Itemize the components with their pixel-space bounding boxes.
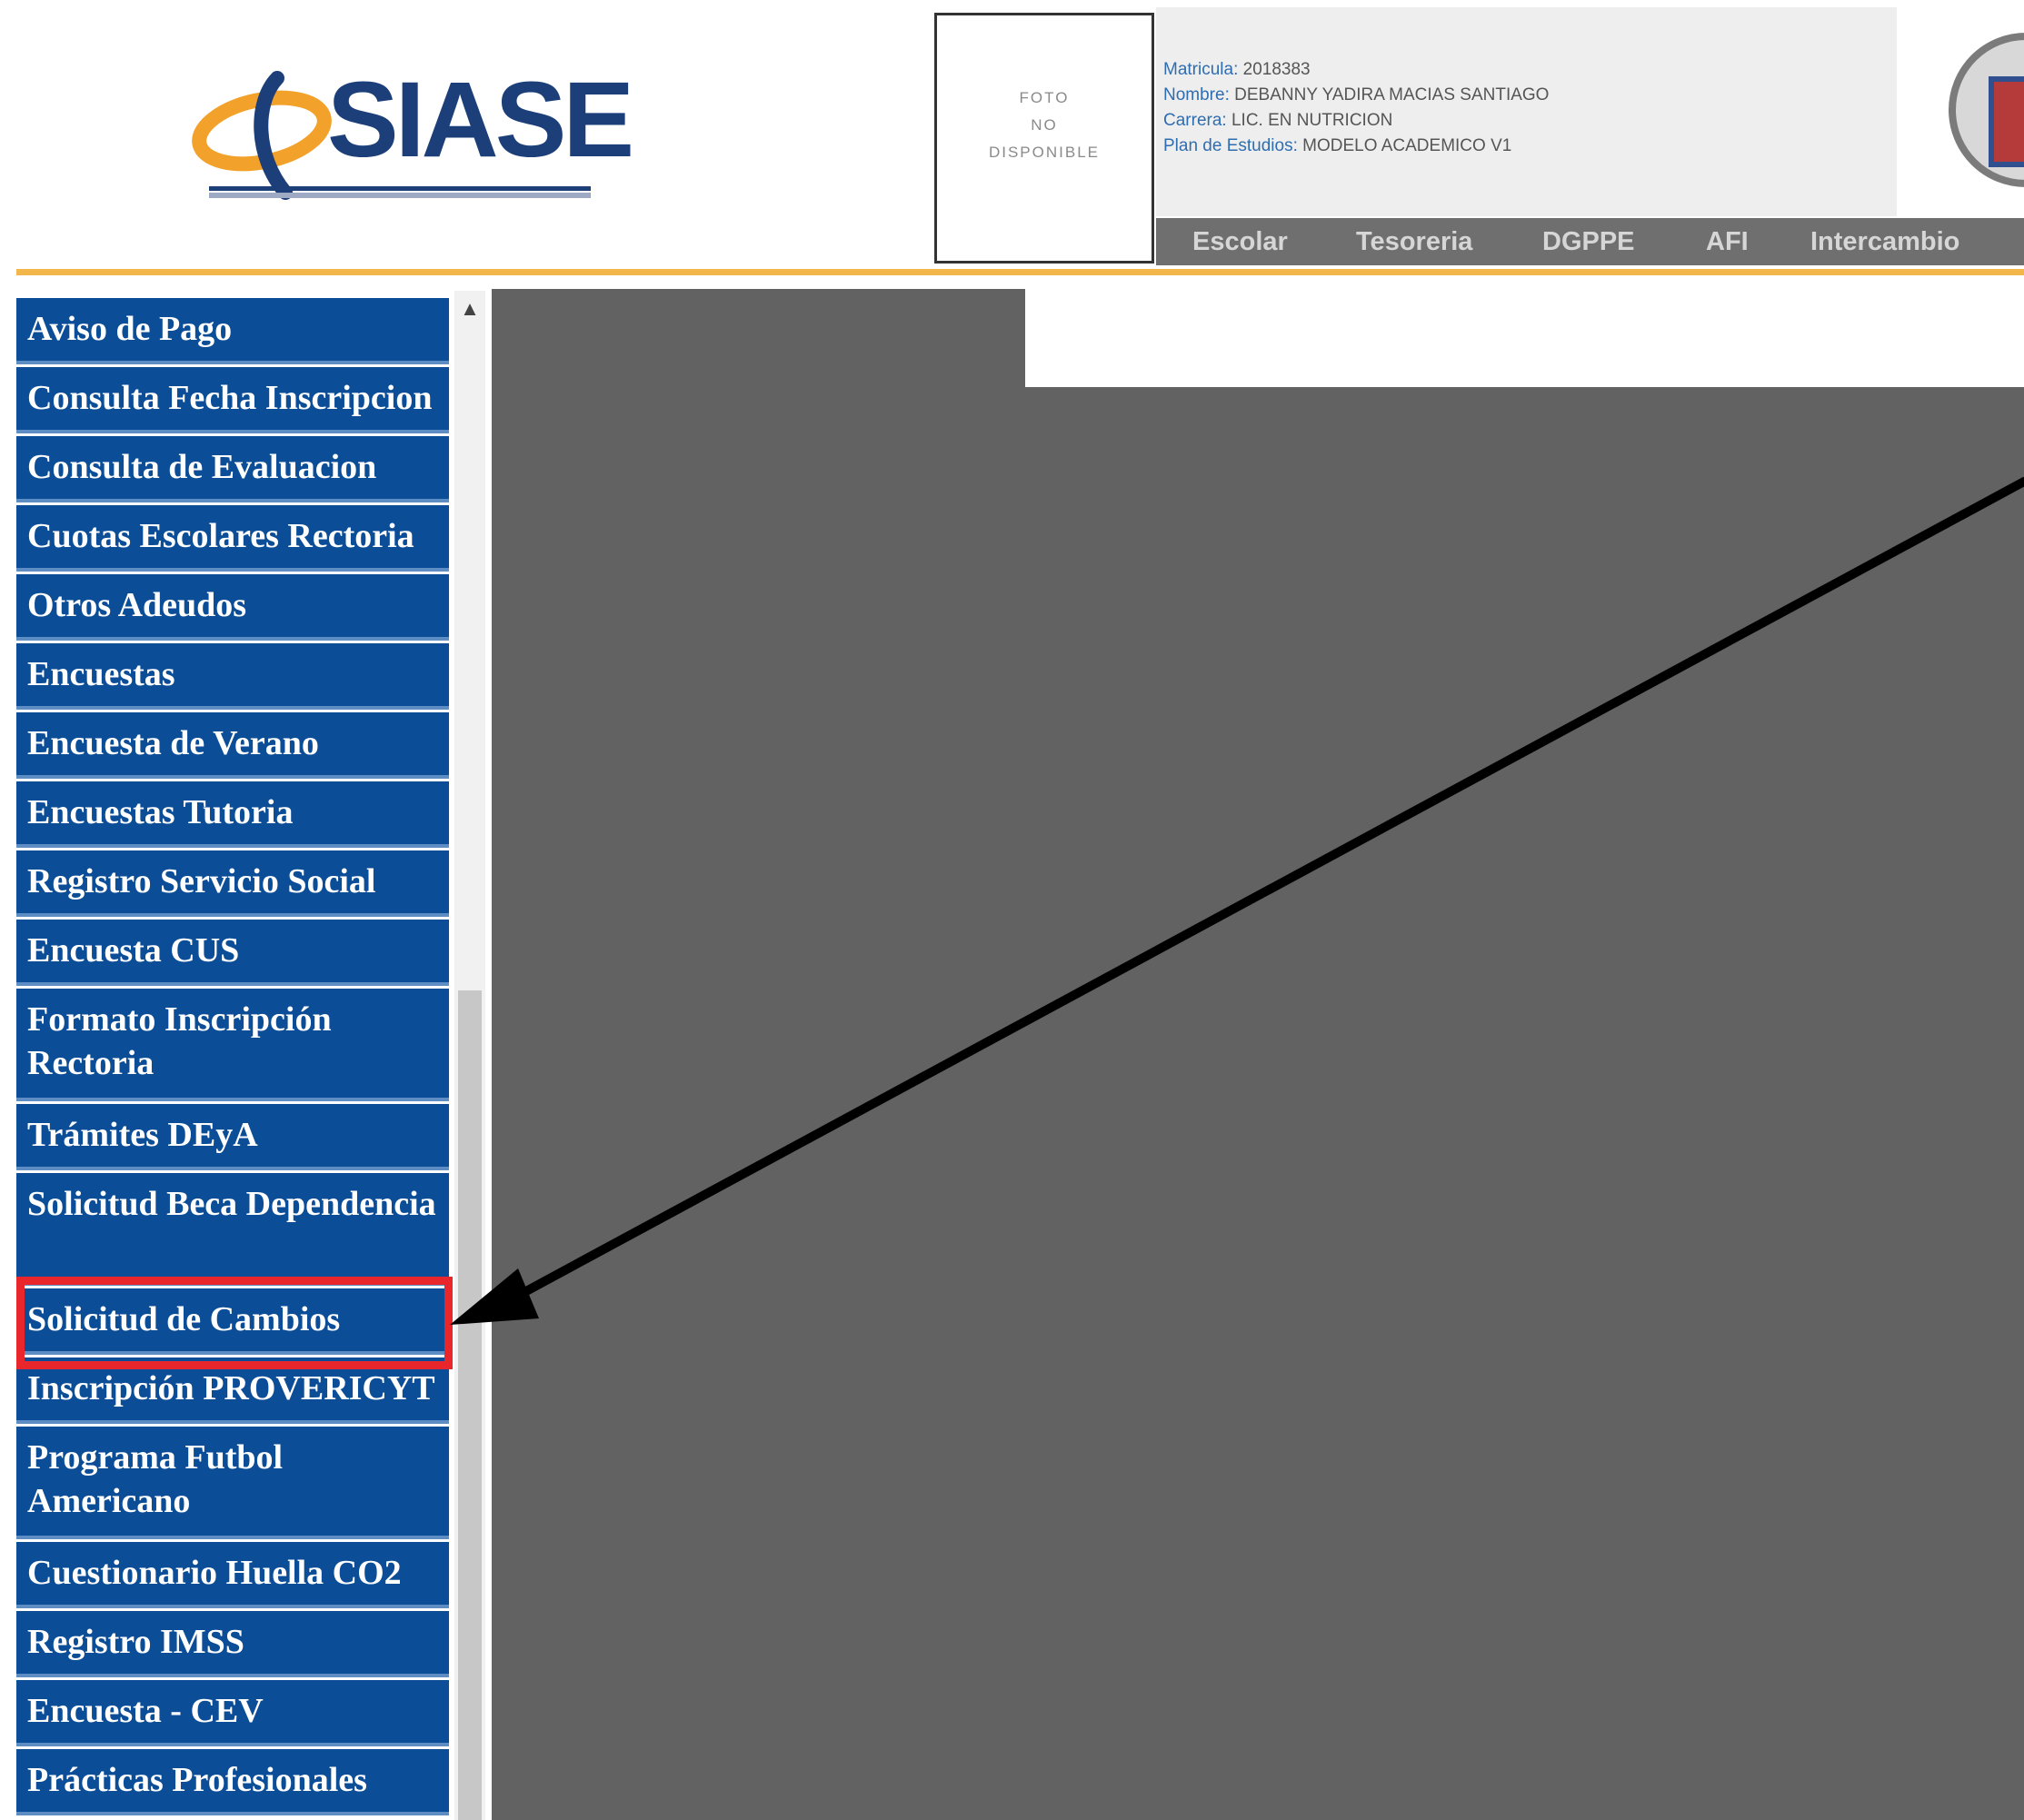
student-plan-value: MODELO ACADEMICO V1 <box>1302 136 1512 155</box>
student-name-value: DEBANNY YADIRA MACIAS SANTIAGO <box>1234 85 1550 104</box>
header-divider <box>16 269 2024 275</box>
sidebar-item-encuesta-verano[interactable]: Encuesta de Verano <box>16 712 449 779</box>
student-career-line: Carrera: LIC. EN NUTRICION <box>1163 111 1392 131</box>
sidebar-item-encuestas-tutoria[interactable]: Encuestas Tutoria <box>16 781 449 848</box>
sidebar-item-practicas-profesionales[interactable]: Prácticas Profesionales <box>16 1749 449 1815</box>
logo-tagline <box>209 193 591 198</box>
scroll-thumb[interactable] <box>458 990 482 1820</box>
crest-shield <box>1989 76 2024 167</box>
student-name-label: Nombre: <box>1163 85 1230 104</box>
sidebar-scrollbar[interactable]: ▲ <box>454 291 485 1820</box>
menu-intercambio[interactable]: Intercambio <box>1810 227 1959 257</box>
student-plan-label: Plan de Estudios: <box>1163 136 1298 155</box>
scroll-up-icon[interactable]: ▲ <box>454 298 485 320</box>
sidebar-item-registro-imss[interactable]: Registro IMSS <box>16 1611 449 1677</box>
sidebar-item-encuestas[interactable]: Encuestas <box>16 643 449 710</box>
sidebar-item-encuesta-cev[interactable]: Encuesta - CEV <box>16 1680 449 1746</box>
logo-icon <box>192 71 332 200</box>
photo-line-2: NO <box>1031 116 1058 134</box>
photo-placeholder-text: FOTO NO DISPONIBLE <box>937 85 1152 166</box>
sidebar-item-consulta-fecha[interactable]: Consulta Fecha Inscripcion <box>16 367 449 433</box>
student-info-panel: Matricula: 2018383 Nombre: DEBANNY YADIR… <box>1156 7 1897 216</box>
sidebar-item-solicitud-beca[interactable]: Solicitud Beca Dependencia <box>16 1173 449 1286</box>
photo-line-3: DISPONIBLE <box>988 144 1101 161</box>
menu-dgppe[interactable]: DGPPE <box>1542 227 1635 257</box>
siase-logo[interactable]: SIASE <box>191 56 634 211</box>
logo-rule <box>209 186 591 191</box>
student-photo-placeholder: FOTO NO DISPONIBLE <box>934 13 1154 264</box>
menu-escolar[interactable]: Escolar <box>1192 227 1288 257</box>
sidebar-menu: Aviso de Pago Consulta Fecha Inscripcion… <box>16 291 449 1820</box>
student-name-line: Nombre: DEBANNY YADIRA MACIAS SANTIAGO <box>1163 85 1549 105</box>
student-id-label: Matricula: <box>1163 60 1239 79</box>
student-plan-line: Plan de Estudios: MODELO ACADEMICO V1 <box>1163 136 1511 156</box>
photo-line-1: FOTO <box>1019 89 1070 106</box>
student-id-line: Matricula: 2018383 <box>1163 60 1311 80</box>
student-career-value: LIC. EN NUTRICION <box>1231 111 1393 130</box>
logo-text: SIASE <box>327 60 634 180</box>
sidebar-item-cuotas-escolares[interactable]: Cuotas Escolares Rectoria <box>16 505 449 572</box>
sidebar-item-aviso-de-pago[interactable]: Aviso de Pago <box>16 298 449 364</box>
main-content-area <box>492 289 2024 1820</box>
content-card <box>1025 289 2024 387</box>
highlight-box <box>16 1277 453 1369</box>
student-career-label: Carrera: <box>1163 111 1227 130</box>
header: SIASE FOTO NO DISPONIBLE Matricula: 2018… <box>0 0 2024 269</box>
sidebar-item-encuesta-cus[interactable]: Encuesta CUS <box>16 920 449 986</box>
sidebar-item-otros-adeudos[interactable]: Otros Adeudos <box>16 574 449 641</box>
menu-afi[interactable]: AFI <box>1706 227 1749 257</box>
top-menu-bar: Escolar Tesoreria DGPPE AFI Intercambio <box>1156 218 2024 265</box>
sidebar-item-consulta-evaluacion[interactable]: Consulta de Evaluacion <box>16 436 449 502</box>
sidebar-item-formato-inscripcion[interactable]: Formato Inscripción Rectoria <box>16 989 449 1101</box>
sidebar-item-programa-futbol[interactable]: Programa Futbol Americano <box>16 1427 449 1539</box>
student-id-value: 2018383 <box>1242 60 1311 79</box>
sidebar-item-registro-servicio-social[interactable]: Registro Servicio Social <box>16 850 449 917</box>
sidebar-item-tramites-deya[interactable]: Trámites DEyA <box>16 1104 449 1170</box>
sidebar-item-cuestionario-huella[interactable]: Cuestionario Huella CO2 <box>16 1542 449 1608</box>
crest-icon <box>1949 33 2024 187</box>
menu-tesoreria[interactable]: Tesoreria <box>1356 227 1472 257</box>
